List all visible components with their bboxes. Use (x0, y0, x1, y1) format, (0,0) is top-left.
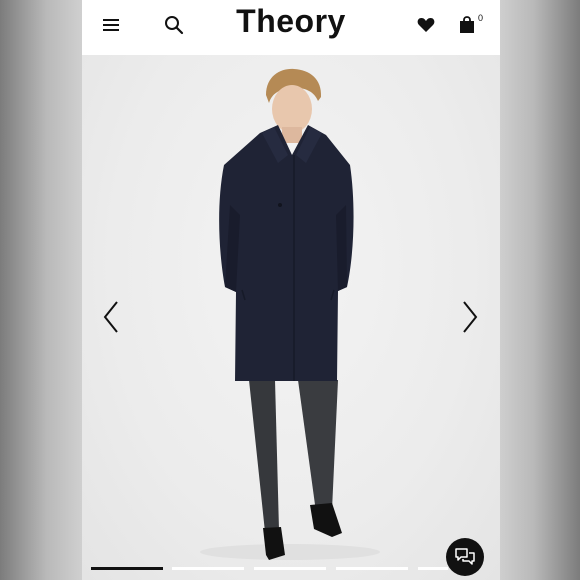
chat-bubbles-icon (455, 548, 475, 565)
phone-screen: Theory 0 (82, 0, 500, 580)
model-illustration (200, 68, 380, 560)
gallery-page-indicator-2[interactable] (172, 567, 244, 570)
heart-icon[interactable] (414, 14, 438, 36)
gallery-page-indicator-3[interactable] (254, 567, 326, 570)
gallery-page-indicator-5[interactable] (418, 567, 448, 570)
gallery-page-indicator-1[interactable] (91, 567, 163, 570)
top-header: Theory 0 (82, 0, 500, 55)
gallery-page-indicator-4[interactable] (336, 567, 408, 570)
chevron-left-icon[interactable] (99, 299, 123, 335)
chat-button[interactable] (446, 538, 484, 576)
shopping-bag-icon[interactable] (455, 13, 479, 37)
product-image[interactable] (82, 55, 500, 580)
cart-count-badge: 0 (478, 13, 484, 23)
chevron-right-icon[interactable] (458, 299, 482, 335)
